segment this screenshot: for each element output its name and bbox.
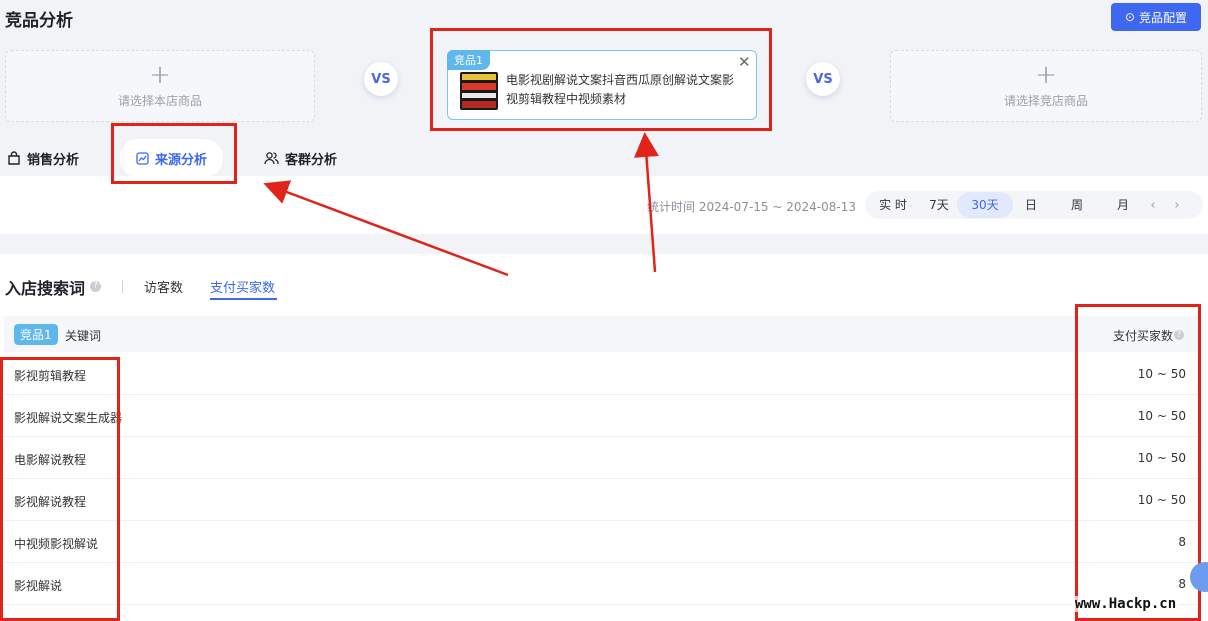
watermark: www.Hackp.cn [1072,596,1180,612]
annotation-arrows [263,132,659,277]
